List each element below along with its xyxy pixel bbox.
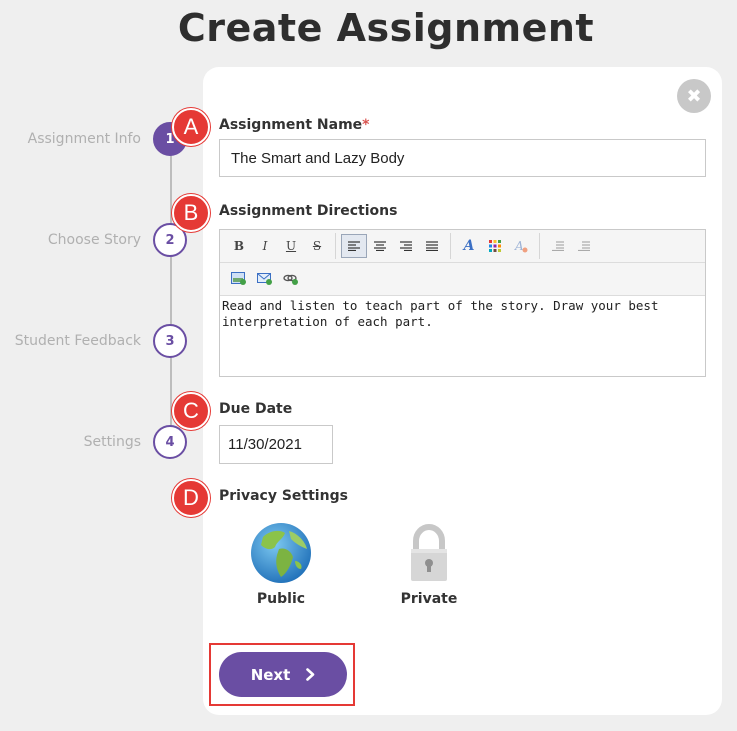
- chevron-right-icon: [306, 668, 315, 681]
- assignment-directions-label: Assignment Directions: [219, 203, 398, 219]
- editor-toolbar-row-1: B I U S A A: [220, 230, 705, 263]
- link-icon: [283, 274, 298, 285]
- strikethrough-button[interactable]: S: [304, 234, 330, 258]
- align-right-button[interactable]: [393, 234, 419, 258]
- toolbar-separator: [450, 233, 451, 259]
- marker-d: D: [172, 479, 210, 517]
- insert-image-button[interactable]: [226, 267, 252, 291]
- step-label-choose-story[interactable]: Choose Story: [0, 232, 141, 248]
- toolbar-separator: [539, 233, 540, 259]
- due-date-label: Due Date: [219, 401, 293, 417]
- assignment-name-input[interactable]: The Smart and Lazy Body: [219, 139, 706, 177]
- directions-text[interactable]: Read and listen to teach part of the sto…: [220, 296, 705, 332]
- align-left-icon: [348, 241, 360, 251]
- italic-button[interactable]: I: [252, 234, 278, 258]
- close-button[interactable]: ✖: [677, 79, 711, 113]
- privacy-option-private[interactable]: Private: [389, 521, 469, 607]
- indent-icon: [578, 241, 590, 251]
- outdent-button[interactable]: [545, 234, 571, 258]
- marker-c: C: [172, 392, 210, 430]
- color-palette-icon: [489, 240, 501, 252]
- align-center-button[interactable]: [367, 234, 393, 258]
- next-button[interactable]: Next: [219, 652, 347, 697]
- insert-link-button[interactable]: [278, 267, 304, 291]
- privacy-settings-label: Privacy Settings: [219, 488, 348, 504]
- email-icon: [257, 273, 272, 285]
- step-label-assignment-info[interactable]: Assignment Info: [0, 131, 141, 147]
- underline-button[interactable]: U: [278, 234, 304, 258]
- step-circle-3[interactable]: 3: [153, 324, 187, 358]
- page-title: Create Assignment: [177, 6, 595, 50]
- font-style-button[interactable]: A: [456, 234, 482, 258]
- clear-format-icon: A: [514, 239, 528, 253]
- marker-b: B: [172, 194, 210, 232]
- insert-email-button[interactable]: [252, 267, 278, 291]
- globe-icon: [251, 523, 311, 583]
- font-color-button[interactable]: [482, 234, 508, 258]
- align-left-button[interactable]: [341, 234, 367, 258]
- bold-button[interactable]: B: [226, 234, 252, 258]
- editor-toolbar-row-2: [220, 263, 705, 296]
- step-circle-4[interactable]: 4: [153, 425, 187, 459]
- padlock-icon: [411, 523, 447, 581]
- stepper-line: [170, 140, 172, 442]
- toolbar-separator: [335, 233, 336, 259]
- indent-button[interactable]: [571, 234, 597, 258]
- required-asterisk: *: [362, 117, 370, 133]
- align-center-icon: [374, 241, 386, 251]
- insert-image-icon: [231, 272, 246, 285]
- privacy-option-public[interactable]: Public: [241, 521, 321, 607]
- clear-format-button[interactable]: A: [508, 234, 534, 258]
- assignment-name-label: Assignment Name*: [219, 117, 370, 133]
- marker-a: A: [172, 108, 210, 146]
- outdent-icon: [552, 241, 564, 251]
- justify-icon: [426, 241, 438, 251]
- step-label-settings[interactable]: Settings: [0, 434, 141, 450]
- svg-text:A: A: [514, 239, 524, 253]
- align-right-icon: [400, 241, 412, 251]
- directions-editor[interactable]: B I U S A A Read and listen to teach par…: [219, 229, 706, 377]
- due-date-input[interactable]: 11/30/2021: [219, 425, 333, 464]
- justify-button[interactable]: [419, 234, 445, 258]
- step-label-student-feedback[interactable]: Student Feedback: [0, 333, 141, 349]
- close-icon: ✖: [686, 85, 702, 107]
